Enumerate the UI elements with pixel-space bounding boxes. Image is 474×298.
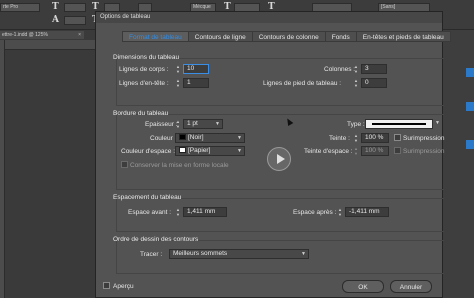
tint-label: Teinte : [329, 135, 350, 142]
gap-color-label: Couleur d'espace : [121, 148, 175, 155]
footer-rows-label: Lignes de pied de tableau : [263, 80, 342, 87]
space-after-stepper[interactable]: ▲ ▼ [337, 207, 343, 217]
header-rows-label: Lignes d'en-tête : [119, 80, 169, 87]
draw-label: Tracer : [140, 251, 163, 258]
stroke-order-group: Ordre de dessin des contours Tracer : Me… [113, 236, 444, 274]
space-before-field[interactable]: 1,411 mm [183, 207, 227, 217]
gap-tint-stepper[interactable]: ▲ ▼ [353, 146, 359, 156]
tab-table-setup[interactable]: Format de tableau [122, 31, 188, 42]
tab-headers-footers[interactable]: En-têtes et pieds de tableau [355, 31, 451, 42]
overprint-label: Surimpression [403, 135, 445, 142]
panel-strip-blue [466, 68, 474, 77]
gap-tint-label: Teinte d'espace : [304, 148, 353, 155]
font-size-field[interactable] [64, 3, 86, 12]
group-title: Dimensions du tableau [113, 54, 180, 61]
font-size-icon: T [52, 2, 59, 12]
baseline-icon: A [52, 15, 59, 25]
group-title: Bordure du tableau [113, 110, 169, 117]
gap-tint-field[interactable]: 100 % [361, 146, 389, 156]
document-tab-label: ettre-1.indd @ 125% [2, 32, 48, 38]
chevron-down-icon: ▼ [215, 121, 220, 127]
panel-strip-blue [466, 102, 474, 111]
color-label: Couleur : [150, 135, 177, 142]
preview-label: Aperçu [113, 283, 134, 290]
space-after-field[interactable]: -1,411 mm [345, 207, 389, 217]
columns-field[interactable]: 3 [361, 64, 387, 74]
group-title: Espacement du tableau [113, 194, 182, 201]
body-rows-stepper[interactable]: ▲ ▼ [175, 64, 181, 74]
tab-fills[interactable]: Fonds [324, 31, 356, 42]
chevron-down-icon: ▼ [237, 135, 242, 141]
draw-order-value: Meilleurs sommets [173, 250, 228, 257]
font-family-field[interactable]: rte Pro [0, 3, 40, 12]
preview-checkbox[interactable] [103, 282, 110, 289]
weight-label: Epaisseur : [145, 121, 178, 128]
type-label: Type : [347, 121, 365, 128]
table-spacing-group: Espacement du tableau Espace avant : ▲ ▼ … [113, 194, 444, 232]
panel-strip-blue [466, 140, 474, 149]
body-rows-field[interactable]: 10 [183, 64, 209, 74]
close-icon[interactable]: × [78, 31, 81, 39]
ok-button[interactable]: OK [342, 280, 384, 293]
cancel-button[interactable]: Annuler [390, 280, 432, 293]
color-value: [Noir] [188, 134, 204, 141]
dialog-title: Options de tableau [96, 12, 442, 23]
tab-column-strokes[interactable]: Contours de colonne [251, 31, 325, 42]
tint-stepper[interactable]: ▲ ▼ [353, 133, 359, 143]
overprint-checkbox[interactable] [394, 134, 401, 141]
play-icon[interactable] [267, 147, 291, 171]
columns-stepper[interactable]: ▲ ▼ [353, 64, 359, 74]
header-rows-field[interactable]: 1 [183, 78, 209, 88]
gap-overprint-label: Surimpression [403, 148, 445, 155]
preserve-formatting-label: Conserver la mise en forme locale [130, 162, 229, 169]
tab-bar: Format de tableau Contours de ligne Cont… [122, 31, 451, 42]
footer-rows-stepper[interactable]: ▲ ▼ [353, 78, 359, 88]
tab-row-strokes[interactable]: Contours de ligne [187, 31, 252, 42]
baseline-field[interactable] [64, 16, 86, 25]
document-tab[interactable]: ettre-1.indd @ 125% × [0, 31, 84, 39]
space-before-stepper[interactable]: ▲ ▼ [175, 207, 181, 217]
weight-stepper[interactable]: ▲ ▼ [175, 119, 181, 129]
group-title: Ordre de dessin des contours [113, 236, 199, 243]
chevron-down-icon[interactable]: ▼ [435, 120, 440, 126]
columns-label: Colonnes : [324, 66, 356, 73]
gap-color-dropdown[interactable]: [Papier] ▼ [175, 146, 245, 156]
body-rows-label: Lignes de corps : [119, 66, 169, 73]
chevron-down-icon: ▼ [237, 148, 242, 154]
tint-field[interactable]: 100 % [361, 133, 389, 143]
horizontal-ruler [5, 40, 95, 50]
footer-rows-field[interactable]: 0 [361, 78, 387, 88]
color-dropdown[interactable]: [Noir] ▼ [175, 133, 245, 143]
vertical-ruler [0, 40, 5, 298]
preserve-formatting-checkbox[interactable] [121, 161, 128, 168]
draw-order-dropdown[interactable]: Meilleurs sommets ▼ [169, 249, 309, 259]
black-swatch [179, 134, 186, 140]
header-rows-stepper[interactable]: ▲ ▼ [175, 78, 181, 88]
weight-dropdown[interactable]: 1 pt ▼ [183, 119, 223, 129]
table-dimensions-group: Dimensions du tableau Lignes de corps : … [113, 54, 444, 106]
space-before-label: Espace avant : [128, 209, 171, 216]
stroke-type-dropdown[interactable] [365, 119, 433, 129]
gap-overprint-checkbox[interactable] [394, 147, 401, 154]
weight-value: 1 pt [187, 120, 198, 127]
space-after-label: Espace après : [293, 209, 337, 216]
paper-swatch [179, 147, 186, 153]
gap-color-value: [Papier] [188, 147, 211, 154]
chevron-down-icon: ▼ [301, 251, 306, 257]
